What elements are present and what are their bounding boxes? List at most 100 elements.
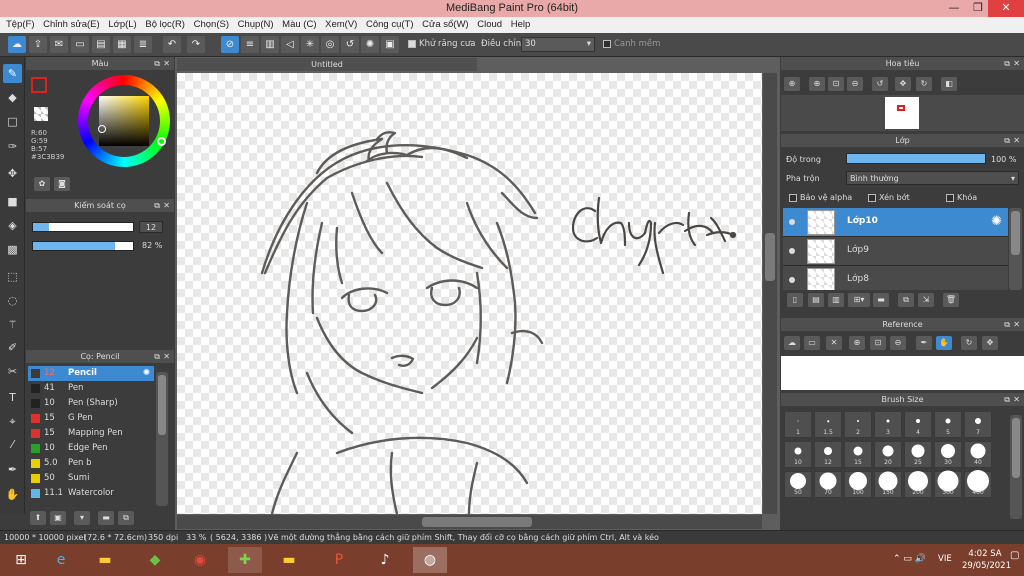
magic-wand-icon[interactable]: ⚚ — [3, 315, 22, 334]
duplicate-layer-icon[interactable]: ⧉ — [898, 293, 914, 307]
folder-icon[interactable]: ▬ — [272, 547, 306, 573]
brush-list-item[interactable]: 10 Edge Pen — [28, 441, 154, 456]
color-settings-icon[interactable]: ◙ — [54, 177, 70, 191]
clipping-toggle[interactable]: Xén bớt — [868, 193, 910, 202]
delete-layer-icon[interactable]: 🗑 — [943, 293, 959, 307]
new-halftone-layer-icon[interactable]: ▤ — [808, 293, 824, 307]
brush-size-cell[interactable]: 4 — [904, 411, 932, 438]
brush-list-item[interactable]: 41 Pen — [28, 381, 154, 396]
brush-list-item[interactable]: 5.0 Pen b — [28, 456, 154, 471]
document-icon[interactable]: ▤ — [92, 36, 110, 53]
brush-list-item[interactable]: 10 Pen (Sharp) — [28, 396, 154, 411]
close-icon[interactable]: ✕ — [1013, 318, 1020, 331]
powerpoint-icon[interactable]: P — [322, 547, 356, 573]
brush-size-cell[interactable]: 7 — [964, 411, 992, 438]
bluestacks-icon[interactable]: ◆ — [138, 547, 172, 573]
brush-copy-icon[interactable]: ⧉ — [118, 511, 134, 525]
brush-size-cell[interactable]: 12 — [814, 441, 842, 468]
close-icon[interactable]: ✕ — [163, 199, 170, 212]
rectangle-tool-icon[interactable]: □ — [3, 112, 22, 131]
input-language[interactable]: VIE — [938, 554, 952, 564]
grid-doc-icon[interactable]: ▦ — [113, 36, 131, 53]
share-icon[interactable]: ⇪ — [29, 36, 47, 53]
menu-edit[interactable]: Chỉnh sửa(E) — [37, 17, 100, 30]
hue-wheel[interactable] — [78, 75, 170, 167]
parallel-snap-icon[interactable]: ≡ — [241, 36, 259, 53]
brush-size-cell[interactable]: 2 — [844, 411, 872, 438]
brush-size-cell[interactable]: 150 — [874, 471, 902, 498]
close-reference-icon[interactable]: ✕ — [826, 336, 842, 350]
comment-icon[interactable]: ▭ — [71, 36, 89, 53]
close-icon[interactable]: ✕ — [163, 57, 170, 70]
brush-size-cell[interactable]: 1 — [784, 411, 812, 438]
zoom-in-icon[interactable]: ⊕ — [809, 77, 825, 91]
add-layer-menu-icon[interactable]: ⊞▾ — [848, 293, 870, 307]
undock-icon[interactable]: ⧉ — [1004, 318, 1010, 331]
undock-icon[interactable]: ⧉ — [1004, 393, 1010, 406]
brush-list-item[interactable]: 11.1 Watercolor — [28, 486, 154, 501]
eraser-tool-icon[interactable]: ◆ — [3, 88, 22, 107]
brush-tool-icon[interactable]: ✎ — [3, 64, 22, 83]
windows-start-icon[interactable]: ⊞ — [4, 547, 38, 573]
brush-size-cell[interactable]: 10 — [784, 441, 812, 468]
chrome-icon[interactable]: ◉ — [183, 547, 217, 573]
curve-snap-icon[interactable]: ↺ — [341, 36, 359, 53]
fullscreen-icon[interactable]: ✥ — [982, 336, 998, 350]
brush-size-value[interactable]: 12 — [139, 221, 163, 233]
eyedropper-icon[interactable]: ✒ — [916, 336, 932, 350]
canvas-tab[interactable]: Untitled — [177, 58, 477, 71]
bucket-tool-icon[interactable]: ◈ — [3, 216, 22, 235]
hand-icon[interactable]: ✋ — [936, 336, 952, 350]
clock[interactable]: 4:02 SA 29/05/2021 — [962, 548, 1011, 572]
visibility-icon[interactable] — [789, 277, 795, 283]
select-tool-icon[interactable]: ⬚ — [3, 267, 22, 286]
zoom-in-icon[interactable]: ⊕ — [849, 336, 865, 350]
settings-snap-icon[interactable]: ✺ — [361, 36, 379, 53]
close-icon[interactable]: ✕ — [163, 350, 170, 363]
layer-opacity-slider[interactable] — [846, 153, 986, 164]
navigator-preview[interactable] — [781, 95, 1024, 131]
brush-list-item[interactable]: 50 Sumi — [28, 471, 154, 486]
canvas-vertical-scrollbar[interactable] — [763, 73, 777, 514]
medibang-taskbar-icon[interactable]: ◍ — [413, 547, 447, 573]
layer-row[interactable]: Lớp9 — [783, 237, 1008, 266]
new-layer-icon[interactable]: ▯ — [787, 293, 803, 307]
brush-size-cell[interactable]: 40 — [964, 441, 992, 468]
blend-mode-select[interactable]: Bình thường ▾ — [846, 171, 1019, 185]
tiktok-icon[interactable]: ♪ — [368, 547, 402, 573]
cloud-icon[interactable]: ☁ — [8, 36, 26, 53]
drawing-canvas[interactable] — [177, 73, 762, 514]
menu-window[interactable]: Cửa sổ(W) — [416, 17, 468, 30]
new-8bit-layer-icon[interactable]: ▥ — [828, 293, 844, 307]
menu-snap[interactable]: Chụp(N) — [232, 17, 274, 30]
undock-icon[interactable]: ⧉ — [154, 57, 160, 70]
zoom-out-icon[interactable]: ⊖ — [890, 336, 906, 350]
cloud-download-icon[interactable]: ☁ — [784, 336, 800, 350]
brush-size-cell[interactable]: 50 — [784, 471, 812, 498]
file-explorer-icon[interactable]: ▬ — [88, 547, 122, 573]
undo-icon[interactable]: ↶ — [163, 36, 181, 53]
layer-row[interactable]: Lớp10 ✺ — [783, 208, 1008, 237]
brush-size-cell[interactable]: 25 — [904, 441, 932, 468]
select-pen-icon[interactable]: ✐ — [3, 338, 22, 357]
add-brush-icon[interactable]: ⬆ — [30, 511, 46, 525]
gear-icon[interactable]: ✺ — [143, 366, 150, 381]
menu-view[interactable]: Xem(V) — [319, 17, 357, 30]
brush-size-cell[interactable]: 1.5 — [814, 411, 842, 438]
reference-view[interactable] — [781, 356, 1024, 390]
fullscreen-icon[interactable]: ✥ — [895, 77, 911, 91]
undock-icon[interactable]: ⧉ — [1004, 57, 1010, 70]
circle-snap-icon[interactable]: ◎ — [321, 36, 339, 53]
brush-size-cell[interactable]: 20 — [874, 441, 902, 468]
close-icon[interactable]: ✕ — [1013, 393, 1020, 406]
menu-filter[interactable]: Bộ lọc(R) — [139, 17, 185, 30]
cross-snap-icon[interactable]: ▥ — [261, 36, 279, 53]
brush-settings-icon[interactable]: ▾ — [74, 511, 90, 525]
brush-list-scrollbar[interactable] — [156, 372, 168, 506]
visibility-icon[interactable] — [789, 248, 795, 254]
clipping-checkbox[interactable] — [868, 193, 876, 202]
frame-icon[interactable]: ▣ — [381, 36, 399, 53]
protect-alpha-checkbox[interactable] — [789, 193, 797, 202]
redo-icon[interactable]: ↷ — [187, 36, 205, 53]
adjust-select[interactable]: 30 ▾ — [521, 37, 595, 52]
